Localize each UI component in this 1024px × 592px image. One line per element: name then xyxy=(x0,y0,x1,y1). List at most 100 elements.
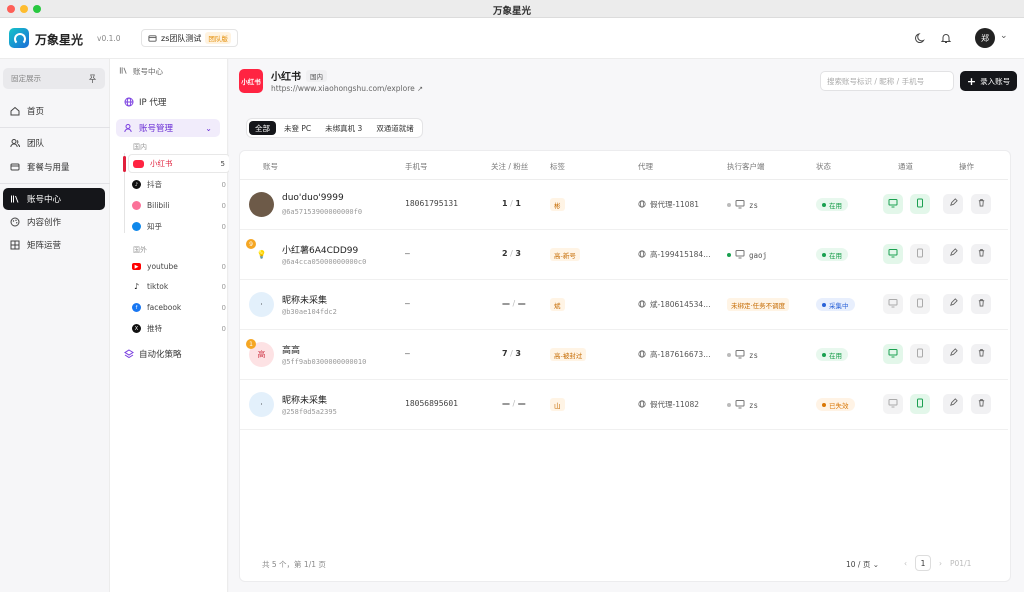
page-button-current[interactable]: 1 xyxy=(915,555,931,571)
nav-item-matrix-ops[interactable]: 矩阵运营 xyxy=(3,234,105,256)
library-icon xyxy=(11,195,19,203)
account-name: 小红薯6A4CDD99 xyxy=(282,246,359,256)
platform-name: facebook xyxy=(147,303,182,312)
subnav-ip-proxy[interactable]: IP 代理 xyxy=(116,93,220,111)
tab-pc-not-logged[interactable]: 未登 PC xyxy=(278,121,317,135)
trash-icon xyxy=(977,248,986,260)
client-cell: gaoj xyxy=(727,249,767,261)
proxy-cell: 假代理-11082 xyxy=(638,399,699,410)
platform-item-youtube[interactable]: ▶ youtube 0 xyxy=(128,257,230,276)
youtube-icon: ▶ xyxy=(132,263,141,270)
tab-dual-channel[interactable]: 双通道就绪 xyxy=(370,121,420,135)
prev-page-icon[interactable]: ‹ xyxy=(904,559,907,568)
platform-item-facebook[interactable]: f facebook 0 xyxy=(128,298,230,317)
page-info: P01/1 xyxy=(950,558,972,568)
phone-channel-button[interactable] xyxy=(910,294,930,314)
subnav-account-management[interactable]: 账号管理 ⌄ xyxy=(116,119,220,137)
table-row[interactable]: 高 1 高高 @5ff9ab0300000000010–7 / 3 高-被封过 高-187… xyxy=(240,330,1008,380)
edit-button[interactable] xyxy=(943,194,963,214)
monitor-icon xyxy=(888,198,898,211)
user-avatar[interactable]: 郑 xyxy=(975,28,995,48)
proxy-name: 高-187616673… xyxy=(650,350,711,359)
pc-channel-button[interactable] xyxy=(883,394,903,414)
delete-button[interactable] xyxy=(971,394,991,414)
platform-item-xiaohongshu[interactable]: 小红书 5 xyxy=(128,154,230,173)
platform-count: 0 xyxy=(221,222,226,231)
platform-item-zhihu[interactable]: 知乎 0 xyxy=(128,217,230,236)
nav-item-home[interactable]: 首页 xyxy=(3,100,105,122)
platform-item-bilibili[interactable]: Bilibili 0 xyxy=(128,196,230,215)
pc-channel-button[interactable] xyxy=(883,344,903,364)
phone-channel-button[interactable] xyxy=(910,394,930,414)
account-name: duo'duo'9999 xyxy=(282,193,344,203)
bell-icon[interactable] xyxy=(940,32,952,44)
col-client: 执行客户端 xyxy=(727,162,765,171)
nav-item-label: 账号中心 xyxy=(27,195,62,205)
card-icon xyxy=(10,163,20,171)
edit-button[interactable] xyxy=(943,244,963,264)
phone-channel-button[interactable] xyxy=(910,344,930,364)
delete-button[interactable] xyxy=(971,344,991,364)
monitor-icon xyxy=(888,348,898,361)
nav-item-content-creation[interactable]: 内容创作 xyxy=(3,211,105,233)
account-name: 昵称未采集 xyxy=(282,396,328,406)
team-plan-badge: 团队版 xyxy=(205,32,231,44)
delete-button[interactable] xyxy=(971,294,991,314)
platform-count: 5 xyxy=(220,159,225,168)
pc-channel-button[interactable] xyxy=(883,194,903,214)
edit-button[interactable] xyxy=(943,294,963,314)
col-channel: 通道 xyxy=(898,162,913,171)
nav-item-account-center[interactable]: 账号中心 xyxy=(3,188,105,210)
platform-header: 小红书 小红书 国内 https://www.xiaohongshu.com/e… xyxy=(229,59,1024,107)
app-header: 万象星光 v0.1.0 zs团队测试 团队版 郑 ⌄ xyxy=(0,18,1024,59)
phone-channel-button[interactable] xyxy=(910,244,930,264)
platform-item-tiktok[interactable]: ♪ tiktok 0 xyxy=(128,277,230,296)
tab-no-device[interactable]: 未绑真机 3 xyxy=(319,121,368,135)
pc-channel-button[interactable] xyxy=(883,294,903,314)
phone-number: 18061795131 xyxy=(405,199,458,208)
table-row[interactable]: · 昵称未采集 @b30ae104fdc2 – — / — 斌 斌-180614534… 未绑… xyxy=(240,280,1008,330)
tab-all[interactable]: 全部 xyxy=(249,121,276,135)
chevron-down-icon[interactable]: ⌄ xyxy=(1000,31,1008,41)
phone-channel-button[interactable] xyxy=(910,194,930,214)
table-row[interactable]: duo'duo'9999 @6a57153900000000f0 180617951… xyxy=(240,180,1008,230)
nav-item-team[interactable]: 团队 xyxy=(3,132,105,154)
col-status: 状态 xyxy=(816,162,831,171)
status-label: 采集中 xyxy=(829,301,849,310)
fans-value: 3 xyxy=(515,349,521,358)
subnav-automation[interactable]: 自动化策略 xyxy=(116,345,220,363)
status-label: 在用 xyxy=(829,351,842,360)
proxy-name: 假代理-11082 xyxy=(650,400,700,409)
moon-icon[interactable] xyxy=(915,32,927,44)
page-size-select[interactable]: 10 / 页 ⌄ xyxy=(846,559,879,570)
platform-url[interactable]: https://www.xiaohongshu.com/explore ↗ xyxy=(271,84,423,93)
account-tag: 山 xyxy=(550,398,565,411)
pin-icon xyxy=(88,74,97,83)
platform-name: 知乎 xyxy=(147,222,162,231)
trash-icon xyxy=(977,298,986,310)
col-account: 账号 xyxy=(263,162,278,171)
proxy-cell: 高-187616673… xyxy=(638,349,711,360)
delete-button[interactable] xyxy=(971,194,991,214)
add-account-button[interactable]: + 录入账号 xyxy=(960,71,1017,91)
search-input[interactable]: 搜索账号标识 / 昵称 / 手机号 xyxy=(820,71,954,91)
platform-item-twitter[interactable]: X 推特 0 xyxy=(128,319,230,338)
pc-channel-button[interactable] xyxy=(883,244,903,264)
nav-item-label: 团队 xyxy=(27,139,45,149)
edit-button[interactable] xyxy=(943,344,963,364)
pin-display-toggle[interactable]: 固定展示 xyxy=(3,68,105,89)
table-row[interactable]: 💡 9 小红薯6A4CDD99 @6a4cca05000000000c0–2 / 3高… xyxy=(240,230,1008,280)
phone-number: – xyxy=(405,249,410,258)
table-row[interactable]: · 昵称未采集 @258f0d5a2395 18056895601 — / — 山 假代理-… xyxy=(240,380,1008,430)
unread-badge: 9 xyxy=(246,239,256,249)
grid-icon xyxy=(10,240,20,250)
next-page-icon[interactable]: › xyxy=(939,559,942,568)
globe-icon xyxy=(638,199,646,210)
edit-button[interactable] xyxy=(943,394,963,414)
monitor-icon xyxy=(888,298,898,311)
x-icon: X xyxy=(132,324,141,333)
nav-item-plan-usage[interactable]: 套餐与用量 xyxy=(3,156,105,178)
platform-item-douyin[interactable]: ♪ 抖音 0 xyxy=(128,175,230,194)
team-switcher[interactable]: zs团队测试 团队版 xyxy=(141,29,238,47)
delete-button[interactable] xyxy=(971,244,991,264)
